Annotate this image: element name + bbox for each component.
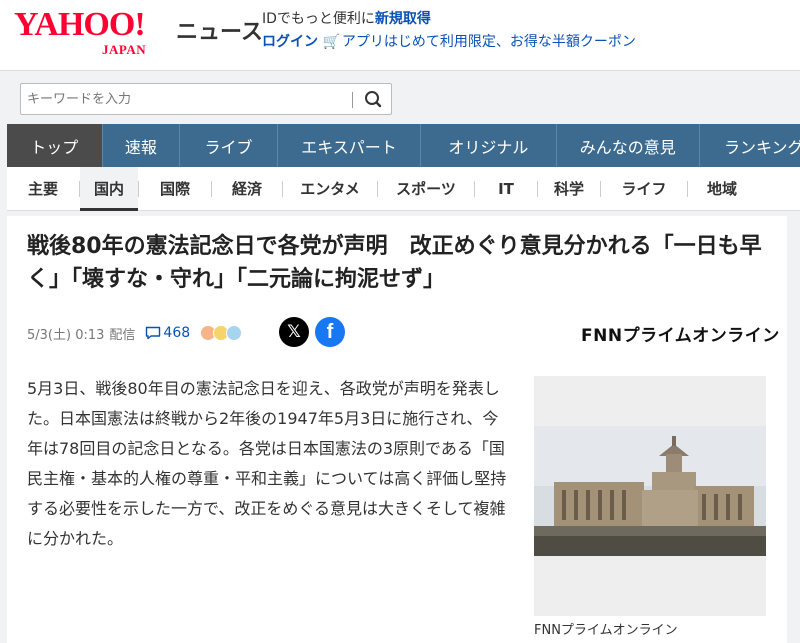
nav-opinions[interactable]: みんなの意見 bbox=[557, 124, 700, 167]
article-meta: 5/3(土) 0:13 配信 468 bbox=[27, 322, 243, 344]
search-bar bbox=[0, 70, 800, 124]
share-x-button[interactable]: 𝕏 bbox=[279, 317, 309, 347]
header-promo: IDでもっと便利に新規取得 ログイン 🛒 アプリはじめて利用限定、お得な半額クーポ… bbox=[262, 8, 636, 54]
category-life[interactable]: ライフ bbox=[601, 167, 687, 211]
facebook-icon: f bbox=[326, 320, 334, 343]
nav-original[interactable]: オリジナル bbox=[421, 124, 557, 167]
category-region[interactable]: 地域 bbox=[688, 167, 756, 211]
category-domestic[interactable]: 国内 bbox=[80, 166, 138, 211]
category-nav: 主要 国内 国際 経済 エンタメ スポーツ IT 科学 ライフ 地域 bbox=[7, 166, 800, 211]
category-sports[interactable]: スポーツ bbox=[378, 167, 474, 211]
article-title: 戦後80年の憲法記念日で各党が声明 改正めぐり意見分かれる「一日も早く」「壊すな… bbox=[27, 234, 762, 292]
publish-date: 5/3(土) 0:13 bbox=[27, 327, 105, 343]
category-entertainment[interactable]: エンタメ bbox=[283, 167, 377, 211]
share-facebook-button[interactable]: f bbox=[315, 317, 345, 347]
nav-expert[interactable]: エキスパート bbox=[278, 124, 422, 167]
nav-ranking[interactable]: ランキング bbox=[700, 124, 800, 167]
source-logo[interactable]: FNNプライムオンライン bbox=[581, 321, 780, 346]
logo-japan-text: JAPAN bbox=[102, 42, 147, 57]
service-name[interactable]: ニュース bbox=[176, 14, 263, 46]
primary-nav: トップ 速報 ライブ エキスパート オリジナル みんなの意見 ランキング bbox=[7, 124, 800, 167]
category-science[interactable]: 科学 bbox=[538, 167, 600, 211]
category-international[interactable]: 国際 bbox=[139, 167, 211, 211]
article-image[interactable] bbox=[534, 376, 766, 616]
commenter-avatars bbox=[194, 325, 243, 341]
diet-building-photo bbox=[534, 426, 766, 556]
cart-icon: 🛒 bbox=[322, 34, 340, 50]
promo-text: IDでもっと便利に bbox=[262, 11, 375, 27]
category-main[interactable]: 主要 bbox=[7, 167, 79, 211]
signup-link[interactable]: 新規取得 bbox=[375, 11, 431, 27]
nav-top[interactable]: トップ bbox=[7, 124, 103, 167]
avatar bbox=[226, 325, 243, 341]
search-button[interactable] bbox=[359, 87, 387, 111]
app-promo-link[interactable]: アプリはじめて利用限定、お得な半額クーポン bbox=[342, 34, 636, 50]
search-icon bbox=[365, 91, 382, 108]
photo-credit: FNNプライムオンライン bbox=[534, 623, 678, 638]
article-body: 5月3日、戦後80年目の憲法記念日を迎え、各政党が声明を発表した。日本国憲法は終… bbox=[27, 379, 507, 548]
search-input[interactable] bbox=[27, 89, 347, 109]
yahoo-japan-logo[interactable]: YAHOO! JAPAN bbox=[14, 6, 174, 64]
category-it[interactable]: IT bbox=[475, 167, 537, 211]
comment-count: 468 bbox=[163, 325, 191, 341]
comment-icon bbox=[146, 326, 161, 340]
logo-yahoo-text: YAHOO! bbox=[14, 6, 146, 43]
x-icon: 𝕏 bbox=[287, 322, 301, 342]
nav-live[interactable]: ライブ bbox=[180, 124, 278, 167]
search-divider bbox=[352, 92, 353, 108]
nav-breaking[interactable]: 速報 bbox=[103, 124, 181, 167]
search-box bbox=[20, 83, 392, 115]
article-card: 戦後80年の憲法記念日で各党が声明 改正めぐり意見分かれる「一日も早く」「壊すな… bbox=[7, 216, 787, 643]
site-header: YAHOO! JAPAN ニュース IDでもっと便利に新規取得 ログイン 🛒 アプ… bbox=[0, 0, 800, 70]
login-link[interactable]: ログイン bbox=[262, 34, 318, 50]
category-economy[interactable]: 経済 bbox=[212, 167, 282, 211]
delivered-label: 配信 bbox=[109, 327, 136, 343]
comments-link[interactable]: 468 bbox=[145, 325, 190, 341]
